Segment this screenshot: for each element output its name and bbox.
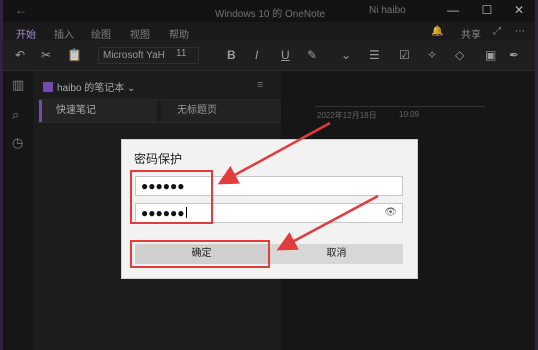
annotation-arrows [217,121,379,251]
arrow-to-fields [217,121,331,185]
arrow-to-ok [276,194,379,251]
